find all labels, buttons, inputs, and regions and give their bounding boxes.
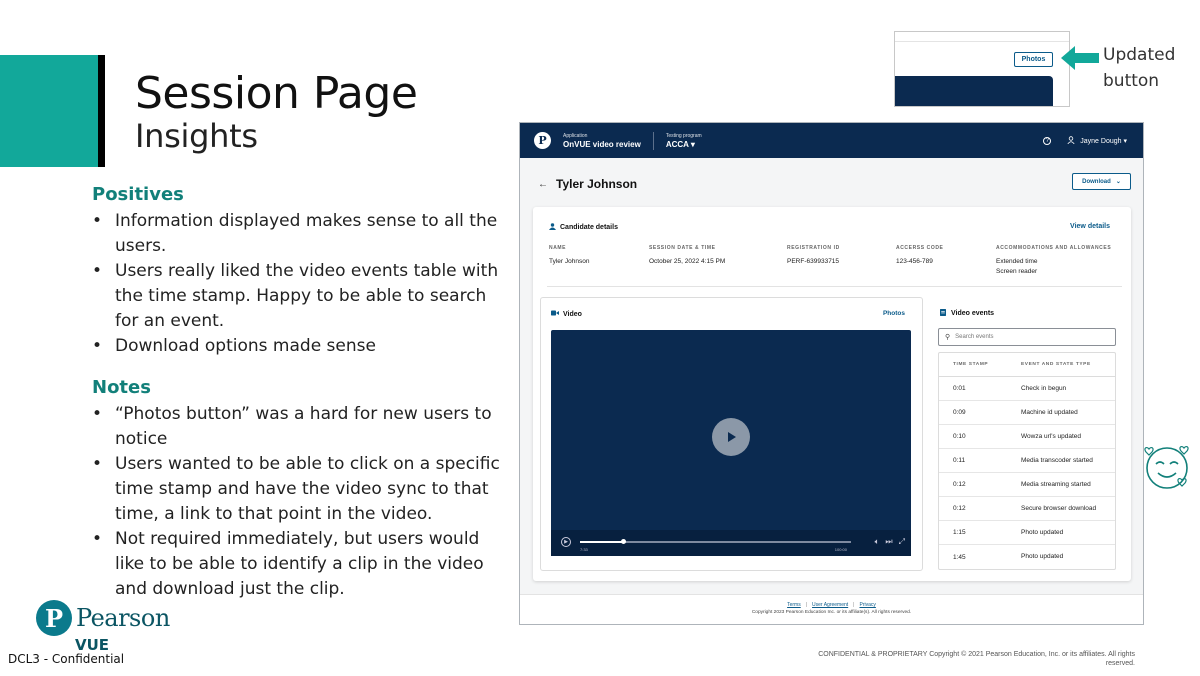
fullscreen-icon[interactable]: ⤢ <box>899 537 905 547</box>
video-controls: ▶ 7:33 100:00 🔈︎ ⏭︎ ⤢ <box>551 530 911 556</box>
progress-bar[interactable] <box>580 539 851 544</box>
insights-notes: Positives Information displayed makes se… <box>92 184 512 602</box>
user-agreement-link[interactable]: User Agreement <box>812 602 848 608</box>
video-player[interactable]: ▶ 7:33 100:00 🔈︎ ⏭︎ ⤢ <box>551 330 911 556</box>
table-row[interactable]: 0:01 Check in begun <box>939 377 1115 401</box>
app-copyright: Copyright 2023 Pearson Education Inc. or… <box>751 610 912 615</box>
back-arrow-icon[interactable]: ← <box>538 179 548 190</box>
search-placeholder: Search events <box>955 334 994 340</box>
detail-session-date: SESSION DATE & TIME October 25, 2022 4:1… <box>649 245 726 265</box>
callout-label-line: Updated <box>1103 45 1176 65</box>
play-small-icon[interactable]: ▶ <box>561 537 571 547</box>
slide-title: Session Page <box>135 68 418 119</box>
table-row[interactable]: 1:45 Photo updated <box>939 545 1115 569</box>
app-small-label: Application <box>563 132 588 139</box>
accent-stripe <box>98 55 105 167</box>
skip-forward-icon[interactable]: ⏭︎ <box>885 537 892 547</box>
chevron-down-icon: ▾ <box>1123 137 1127 145</box>
user-menu[interactable]: Jayne Dough ▾ <box>1080 137 1127 145</box>
candidate-details-title: Candidate details <box>549 223 618 232</box>
notes-list: “Photos button” was a hard for new users… <box>92 402 512 602</box>
view-details-link[interactable]: View details <box>1070 223 1110 230</box>
chevron-down-icon: ⌄ <box>1115 179 1121 185</box>
help-icon[interactable]: ? <box>1043 136 1052 145</box>
detail-name: NAME Tyler Johnson <box>549 245 590 265</box>
accent-bar <box>0 55 98 167</box>
video-events-panel: Video events ⚲ Search events TIME STAMP … <box>938 297 1116 571</box>
search-input[interactable]: ⚲ Search events <box>938 328 1116 346</box>
document-icon <box>940 309 946 318</box>
detail-accommodations: ACCOMMODATIONS AND ALLOWANCES Extended t… <box>996 245 1112 275</box>
program-name: ACCA <box>665 139 689 149</box>
callout-video-preview <box>895 76 1053 106</box>
chevron-down-icon: ▾ <box>690 139 695 149</box>
positives-heading: Positives <box>92 184 184 205</box>
privacy-link[interactable]: Privacy <box>859 602 875 608</box>
session-page-screenshot: P Application OnVUE video review Testing… <box>519 122 1144 625</box>
total-time: 100:00 <box>834 547 847 552</box>
callout-photos-button: Photos <box>1014 52 1053 67</box>
callout-label-line: button <box>1103 71 1160 91</box>
user-icon <box>1067 135 1075 146</box>
pearson-logo: P Pearson <box>36 600 170 636</box>
session-card: Candidate details View details NAME Tyle… <box>533 207 1131 581</box>
search-icon: ⚲ <box>945 334 951 341</box>
slide-subtitle: Insights <box>135 117 258 155</box>
list-item: Information displayed makes sense to all… <box>92 209 512 259</box>
application-selector: Application OnVUE video review <box>563 133 641 149</box>
person-icon <box>549 223 556 232</box>
video-panel: Video Photos ▶ 7:33 100:00 🔈︎ ⏭︎ ⤢ <box>540 297 923 571</box>
program-small-label: Testing program <box>665 132 702 139</box>
slide-footer-copyright: CONFIDENTIAL & PROPRIETARY Copyright © 2… <box>818 651 1135 667</box>
table-row[interactable]: 0:12 Media streaming started <box>939 473 1115 497</box>
list-item: “Photos button” was a hard for new users… <box>92 402 512 452</box>
user-name: Jayne Dough <box>1080 137 1122 145</box>
list-item: Users wanted to be able to click on a sp… <box>92 452 512 527</box>
table-header: TIME STAMP EVENT AND STATE TYPE <box>939 353 1115 377</box>
table-row[interactable]: 0:12 Secure browser download <box>939 497 1115 521</box>
download-label: Download <box>1082 178 1111 185</box>
happy-face-icon <box>1144 445 1189 489</box>
positives-list: Information displayed makes sense to all… <box>92 209 512 359</box>
callout-arrow-icon <box>1061 46 1099 70</box>
pearson-app-logo-icon[interactable]: P <box>534 132 551 149</box>
video-events-table: TIME STAMP EVENT AND STATE TYPE 0:01 Chec… <box>938 352 1116 570</box>
video-events-title: Video events <box>940 309 994 318</box>
terms-link[interactable]: Terms <box>787 602 801 608</box>
page-title: Tyler Johnson <box>556 177 638 191</box>
pearson-logo-icon: P <box>36 600 72 636</box>
volume-icon[interactable]: 🔈︎ <box>875 537 880 547</box>
photos-button[interactable]: Photos <box>883 310 905 317</box>
app-name: OnVUE video review <box>563 139 641 149</box>
callout-label: Updated button <box>1103 42 1175 94</box>
notes-heading: Notes <box>92 377 151 398</box>
list-item: Users really liked the video events tabl… <box>92 259 512 334</box>
video-camera-icon <box>551 310 559 318</box>
video-title: Video <box>551 310 582 318</box>
table-row[interactable]: 0:09 Machine id updated <box>939 401 1115 425</box>
logo-text: Pearson <box>76 604 170 632</box>
play-icon[interactable] <box>712 418 750 456</box>
column-header-time[interactable]: TIME STAMP <box>939 362 1021 367</box>
app-footer: Terms | User Agreement | Privacy Copyright 2… <box>520 594 1143 624</box>
table-row[interactable]: 0:10 Wowza url's updated <box>939 425 1115 449</box>
table-row[interactable]: 1:15 Photo updated <box>939 521 1115 545</box>
list-item: Download options made sense <box>92 334 512 359</box>
detail-access-code: ACCERSS CODE 123-456-789 <box>896 245 944 265</box>
progress-handle[interactable] <box>621 539 627 544</box>
testing-program-selector[interactable]: Testing program ACCA ▾ <box>666 133 702 149</box>
current-time: 7:33 <box>580 547 588 552</box>
column-header-event[interactable]: EVENT AND STATE TYPE <box>1021 361 1115 369</box>
detail-registration-id: REGISTRATION ID PERF-639933715 <box>787 245 840 265</box>
app-header: P Application OnVUE video review Testing… <box>520 123 1143 158</box>
photos-button-callout: Photos <box>894 31 1070 107</box>
progress-fill <box>580 541 624 543</box>
table-row[interactable]: 0:11 Media transcoder started <box>939 449 1115 473</box>
download-button[interactable]: Download ⌄ <box>1072 173 1131 190</box>
confidential-label: DCL3 - Confidential <box>8 652 125 666</box>
list-item: Not required immediately, but users woul… <box>92 527 512 602</box>
